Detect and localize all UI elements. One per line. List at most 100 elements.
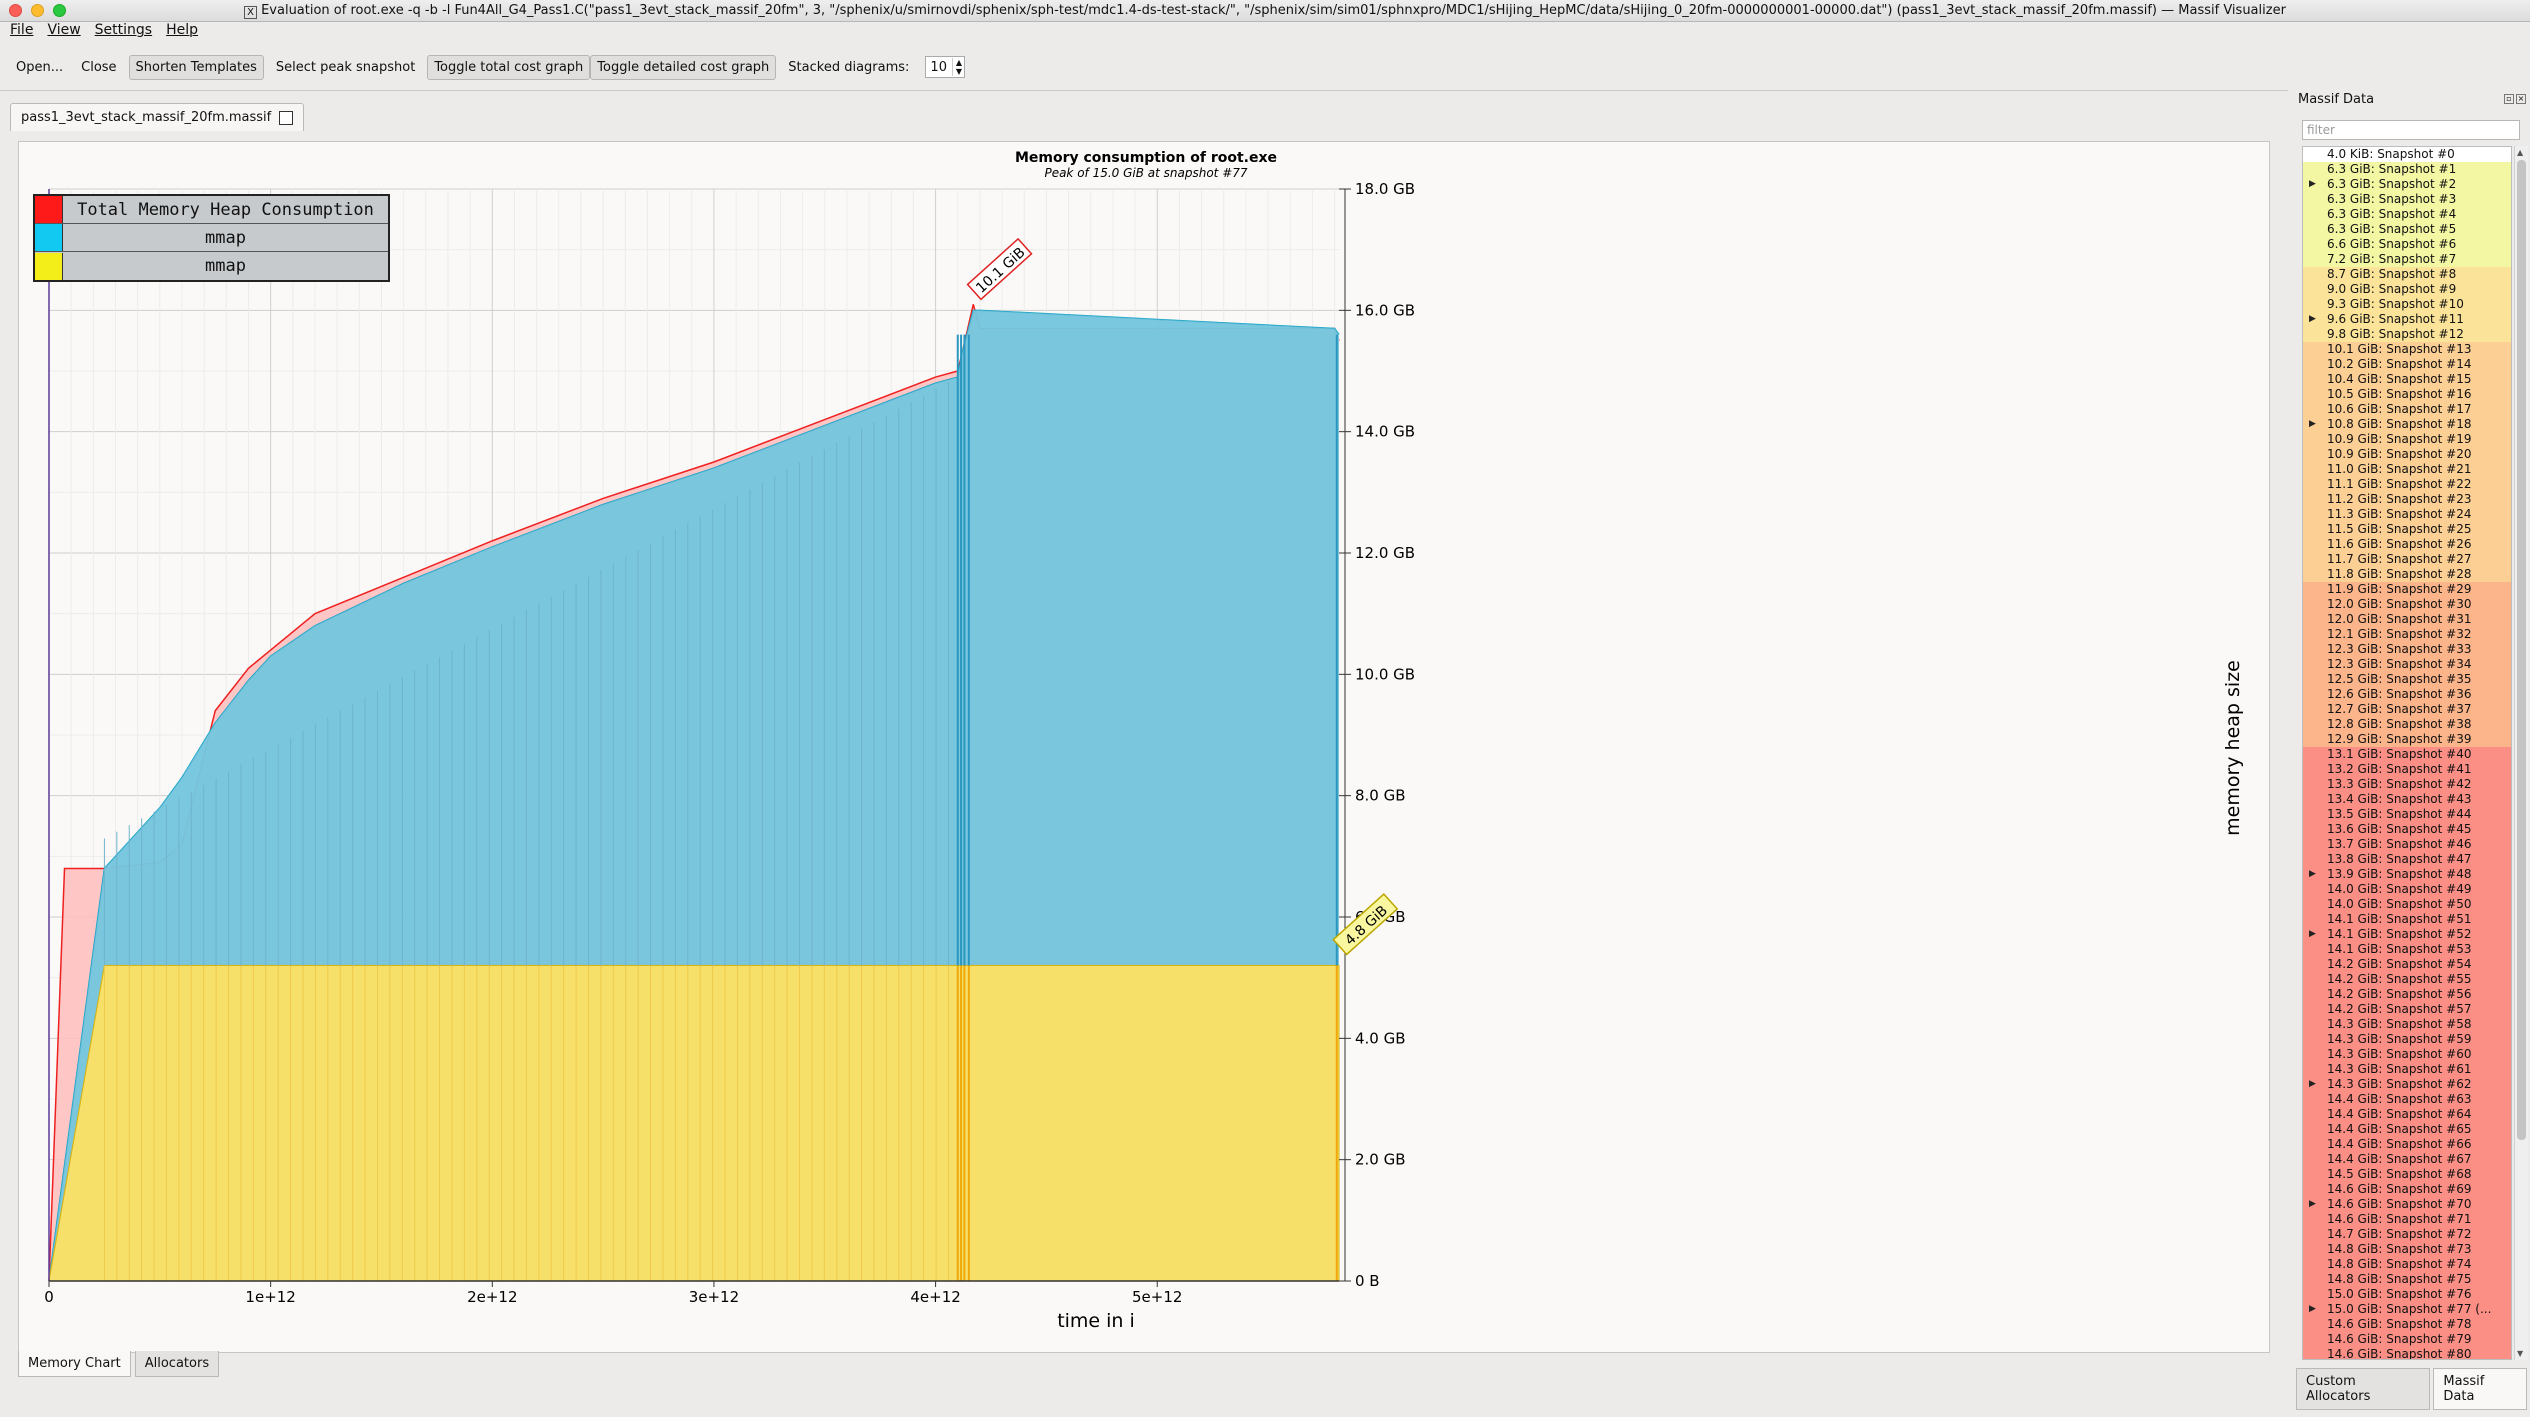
snapshot-item[interactable]: ▶ 13.9 GiB: Snapshot #48 (2303, 867, 2511, 882)
close-tab-icon[interactable] (279, 110, 294, 125)
snapshot-item[interactable]: 12.9 GiB: Snapshot #39 (2303, 732, 2511, 747)
snapshot-item[interactable]: 6.3 GiB: Snapshot #3 (2303, 192, 2511, 207)
snapshot-item[interactable]: 12.7 GiB: Snapshot #37 (2303, 702, 2511, 717)
snapshot-item[interactable]: 15.0 GiB: Snapshot #76 (2303, 1287, 2511, 1302)
snapshot-item[interactable]: 14.3 GiB: Snapshot #61 (2303, 1062, 2511, 1077)
tab-allocators[interactable]: Allocators (134, 1351, 220, 1377)
snapshot-item[interactable]: 14.4 GiB: Snapshot #63 (2303, 1092, 2511, 1107)
close-dock-icon[interactable]: × (2516, 94, 2526, 104)
snapshot-item[interactable]: 12.6 GiB: Snapshot #36 (2303, 687, 2511, 702)
snapshot-item[interactable]: 14.6 GiB: Snapshot #71 (2303, 1212, 2511, 1227)
snapshot-item[interactable]: 14.0 GiB: Snapshot #49 (2303, 882, 2511, 897)
snapshot-item[interactable]: 11.1 GiB: Snapshot #22 (2303, 477, 2511, 492)
expand-arrow-icon[interactable]: ▶ (2309, 312, 2316, 327)
toggle-detailed-cost-button[interactable]: Toggle detailed cost graph (590, 54, 777, 80)
snapshot-item[interactable]: 14.2 GiB: Snapshot #57 (2303, 1002, 2511, 1017)
snapshot-item[interactable]: 14.1 GiB: Snapshot #51 (2303, 912, 2511, 927)
snapshot-item[interactable]: 6.3 GiB: Snapshot #1 (2303, 162, 2511, 177)
scroll-down-icon[interactable]: ▼ (2517, 1349, 2523, 1358)
expand-arrow-icon[interactable]: ▶ (2309, 177, 2316, 192)
snapshot-item[interactable]: ▶ 10.8 GiB: Snapshot #18 (2303, 417, 2511, 432)
snapshot-item[interactable]: 14.7 GiB: Snapshot #72 (2303, 1227, 2511, 1242)
toggle-total-cost-button[interactable]: Toggle total cost graph (427, 54, 591, 80)
snapshot-item[interactable]: 14.2 GiB: Snapshot #54 (2303, 957, 2511, 972)
snapshot-item[interactable]: 13.8 GiB: Snapshot #47 (2303, 852, 2511, 867)
menu-settings[interactable]: Settings (95, 22, 152, 42)
snapshot-item[interactable]: 14.6 GiB: Snapshot #79 (2303, 1332, 2511, 1347)
snapshot-item[interactable]: 13.3 GiB: Snapshot #42 (2303, 777, 2511, 792)
snapshot-item[interactable]: 14.6 GiB: Snapshot #78 (2303, 1317, 2511, 1332)
snapshot-item[interactable]: 14.1 GiB: Snapshot #53 (2303, 942, 2511, 957)
snapshot-item[interactable]: 14.8 GiB: Snapshot #74 (2303, 1257, 2511, 1272)
snapshot-item[interactable]: 7.2 GiB: Snapshot #7 (2303, 252, 2511, 267)
snapshot-item[interactable]: ▶ 15.0 GiB: Snapshot #77 (... (2303, 1302, 2511, 1317)
tab-custom-allocators[interactable]: Custom Allocators (2296, 1368, 2431, 1410)
snapshot-item[interactable]: 12.3 GiB: Snapshot #34 (2303, 657, 2511, 672)
document-tab[interactable]: pass1_3evt_stack_massif_20fm.massif (10, 103, 305, 131)
expand-arrow-icon[interactable]: ▶ (2309, 1197, 2316, 1212)
snapshot-item[interactable]: 12.3 GiB: Snapshot #33 (2303, 642, 2511, 657)
snapshot-item[interactable]: 6.3 GiB: Snapshot #4 (2303, 207, 2511, 222)
stacked-diagrams-value[interactable]: 10 (926, 60, 952, 75)
snapshot-list[interactable]: 4.0 KiB: Snapshot #0 6.3 GiB: Snapshot #1… (2302, 146, 2512, 1360)
snapshot-scrollbar[interactable]: ▲ ▼ (2514, 146, 2528, 1360)
snapshot-item[interactable]: 12.0 GiB: Snapshot #31 (2303, 612, 2511, 627)
snapshot-item[interactable]: 11.2 GiB: Snapshot #23 (2303, 492, 2511, 507)
select-peak-button[interactable]: Select peak snapshot (270, 56, 421, 79)
snapshot-item[interactable]: 10.2 GiB: Snapshot #14 (2303, 357, 2511, 372)
snapshot-item[interactable]: 10.9 GiB: Snapshot #19 (2303, 432, 2511, 447)
menu-file[interactable]: File (10, 22, 33, 42)
snapshot-item[interactable]: 11.5 GiB: Snapshot #25 (2303, 522, 2511, 537)
snapshot-item[interactable]: 14.0 GiB: Snapshot #50 (2303, 897, 2511, 912)
menu-view[interactable]: View (47, 22, 80, 42)
snapshot-item[interactable]: 12.0 GiB: Snapshot #30 (2303, 597, 2511, 612)
tab-memory-chart[interactable]: Memory Chart (18, 1351, 131, 1377)
snapshot-item[interactable]: 11.0 GiB: Snapshot #21 (2303, 462, 2511, 477)
snapshot-item[interactable]: ▶ 14.1 GiB: Snapshot #52 (2303, 927, 2511, 942)
expand-arrow-icon[interactable]: ▶ (2309, 927, 2316, 942)
menu-help[interactable]: Help (166, 22, 198, 42)
snapshot-item[interactable]: 10.5 GiB: Snapshot #16 (2303, 387, 2511, 402)
snapshot-item[interactable]: 11.8 GiB: Snapshot #28 (2303, 567, 2511, 582)
expand-arrow-icon[interactable]: ▶ (2309, 1302, 2316, 1317)
scrollbar-thumb[interactable] (2517, 160, 2526, 1140)
snapshot-item[interactable]: 10.9 GiB: Snapshot #20 (2303, 447, 2511, 462)
snapshot-item[interactable]: 14.5 GiB: Snapshot #68 (2303, 1167, 2511, 1182)
snapshot-item[interactable]: 14.2 GiB: Snapshot #55 (2303, 972, 2511, 987)
snapshot-item[interactable]: 14.4 GiB: Snapshot #64 (2303, 1107, 2511, 1122)
snapshot-item[interactable]: 14.8 GiB: Snapshot #75 (2303, 1272, 2511, 1287)
snapshot-item[interactable]: 14.3 GiB: Snapshot #60 (2303, 1047, 2511, 1062)
snapshot-item[interactable]: 12.1 GiB: Snapshot #32 (2303, 627, 2511, 642)
filter-input[interactable]: filter (2302, 120, 2520, 140)
snapshot-item[interactable]: 10.4 GiB: Snapshot #15 (2303, 372, 2511, 387)
snapshot-item[interactable]: ▶ 9.6 GiB: Snapshot #11 (2303, 312, 2511, 327)
snapshot-item[interactable]: ▶ 14.6 GiB: Snapshot #70 (2303, 1197, 2511, 1212)
expand-arrow-icon[interactable]: ▶ (2309, 1077, 2316, 1092)
snapshot-item[interactable]: 13.1 GiB: Snapshot #40 (2303, 747, 2511, 762)
snapshot-item[interactable]: 13.6 GiB: Snapshot #45 (2303, 822, 2511, 837)
snapshot-item[interactable]: 4.0 KiB: Snapshot #0 (2303, 147, 2511, 162)
scroll-up-icon[interactable]: ▲ (2517, 148, 2523, 157)
snapshot-item[interactable]: 10.1 GiB: Snapshot #13 (2303, 342, 2511, 357)
spin-arrows-icon[interactable]: ▲ ▼ (952, 58, 964, 76)
snapshot-item[interactable]: 13.2 GiB: Snapshot #41 (2303, 762, 2511, 777)
snapshot-item[interactable]: 9.0 GiB: Snapshot #9 (2303, 282, 2511, 297)
snapshot-item[interactable]: 14.6 GiB: Snapshot #80 (2303, 1347, 2511, 1359)
snapshot-item[interactable]: 6.3 GiB: Snapshot #5 (2303, 222, 2511, 237)
snapshot-item[interactable]: ▶ 14.3 GiB: Snapshot #62 (2303, 1077, 2511, 1092)
expand-arrow-icon[interactable]: ▶ (2309, 867, 2316, 882)
snapshot-item[interactable]: 11.7 GiB: Snapshot #27 (2303, 552, 2511, 567)
snapshot-item[interactable]: 14.3 GiB: Snapshot #59 (2303, 1032, 2511, 1047)
shorten-templates-button[interactable]: Shorten Templates (128, 54, 264, 80)
snapshot-item[interactable]: 14.4 GiB: Snapshot #65 (2303, 1122, 2511, 1137)
snapshot-item[interactable]: 14.6 GiB: Snapshot #69 (2303, 1182, 2511, 1197)
stacked-diagrams-spinbox[interactable]: 10 ▲ ▼ (925, 56, 966, 78)
expand-arrow-icon[interactable]: ▶ (2309, 417, 2316, 432)
snapshot-item[interactable]: 9.3 GiB: Snapshot #10 (2303, 297, 2511, 312)
snapshot-item[interactable]: 13.5 GiB: Snapshot #44 (2303, 807, 2511, 822)
snapshot-item[interactable]: 9.8 GiB: Snapshot #12 (2303, 327, 2511, 342)
snapshot-item[interactable]: 6.6 GiB: Snapshot #6 (2303, 237, 2511, 252)
snapshot-item[interactable]: 10.6 GiB: Snapshot #17 (2303, 402, 2511, 417)
snapshot-item[interactable]: 11.3 GiB: Snapshot #24 (2303, 507, 2511, 522)
tab-massif-data[interactable]: Massif Data (2433, 1368, 2527, 1410)
